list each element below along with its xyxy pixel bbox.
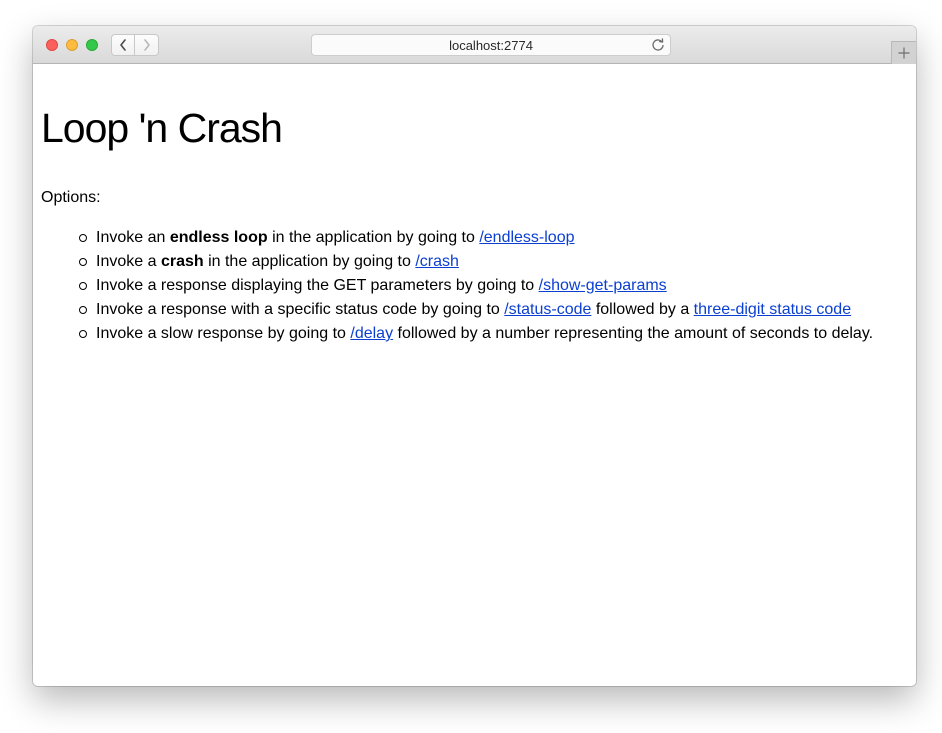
options-list: Invoke an endless loop in the applicatio… — [79, 226, 874, 346]
item-emphasis: endless loop — [169, 229, 268, 246]
item-text: in the application by going to — [203, 253, 416, 270]
endless-loop-link[interactable]: /endless-loop — [479, 229, 574, 246]
item-text: in the application by going to — [267, 229, 480, 246]
list-item: Invoke a response with a specific status… — [79, 298, 873, 322]
minimize-window-button[interactable] — [66, 39, 78, 51]
item-emphasis: crash — [160, 253, 204, 270]
chevron-right-icon — [143, 39, 150, 51]
browser-window: localhost:2774 Loop 'n Crash Options: In… — [33, 26, 916, 686]
three-digit-status-code-link[interactable]: three-digit status code — [694, 301, 851, 318]
close-window-button[interactable] — [46, 39, 58, 51]
bullet-icon — [79, 282, 87, 290]
reload-icon[interactable] — [651, 38, 665, 52]
zoom-window-button[interactable] — [86, 39, 98, 51]
bullet-icon — [79, 258, 87, 266]
page-title: Loop 'n Crash — [41, 105, 283, 151]
item-text: Invoke an — [96, 229, 170, 246]
url-text: localhost:2774 — [449, 38, 533, 53]
list-item: Invoke a response displaying the GET par… — [79, 274, 873, 298]
list-item: Invoke a crash in the application by goi… — [79, 250, 873, 274]
plus-icon — [898, 47, 910, 59]
crash-link[interactable]: /crash — [415, 253, 459, 270]
address-bar[interactable]: localhost:2774 — [311, 34, 671, 56]
delay-link[interactable]: /delay — [350, 325, 393, 342]
list-item: Invoke a slow response by going to /dela… — [79, 322, 874, 346]
page-content: Loop 'n Crash Options: Invoke an endless… — [33, 64, 916, 686]
new-tab-button[interactable] — [891, 41, 916, 64]
item-text: followed by a number representing the am… — [393, 325, 874, 342]
forward-button[interactable] — [135, 34, 159, 56]
options-label: Options: — [41, 189, 101, 206]
status-code-link[interactable]: /status-code — [504, 301, 591, 318]
item-text: Invoke a response with a specific status… — [96, 301, 505, 318]
show-get-params-link[interactable]: /show-get-params — [539, 277, 667, 294]
item-text: Invoke a slow response by going to — [96, 325, 351, 342]
bullet-icon — [79, 330, 87, 338]
list-item: Invoke an endless loop in the applicatio… — [79, 226, 873, 250]
desktop: localhost:2774 Loop 'n Crash Options: In… — [0, 0, 942, 733]
browser-toolbar: localhost:2774 — [33, 26, 916, 64]
item-text: Invoke a — [96, 253, 161, 270]
item-text: followed by a — [591, 301, 694, 318]
bullet-icon — [79, 306, 87, 314]
back-button[interactable] — [111, 34, 135, 56]
bullet-icon — [79, 234, 87, 242]
chevron-left-icon — [120, 39, 126, 51]
item-text: Invoke a response displaying the GET par… — [96, 277, 539, 294]
